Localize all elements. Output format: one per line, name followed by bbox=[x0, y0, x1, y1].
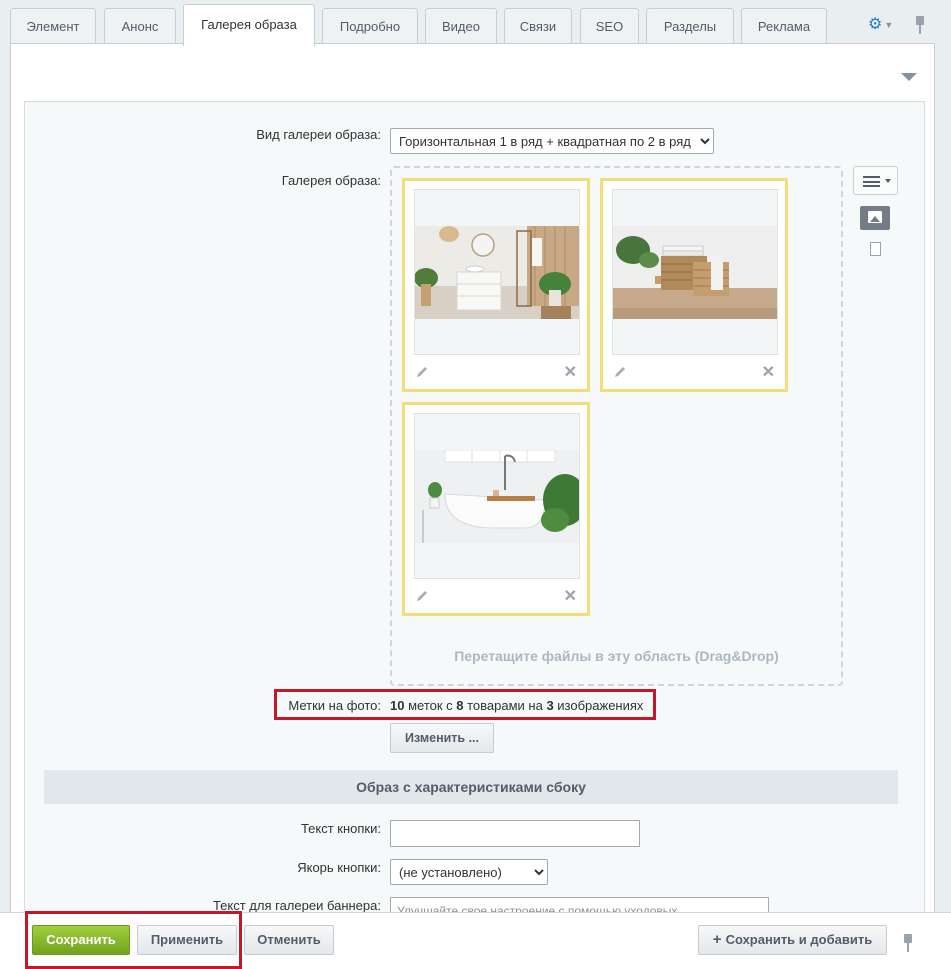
tab-gallery[interactable]: Галерея образа bbox=[183, 4, 315, 46]
save-and-add-label: Сохранить и добавить bbox=[725, 932, 873, 947]
tab-seo[interactable]: SEO bbox=[580, 8, 639, 44]
button-anchor-label: Якорь кнопки: bbox=[297, 860, 381, 875]
file-view-icon[interactable] bbox=[870, 242, 881, 256]
tab-sections[interactable]: Разделы bbox=[646, 8, 734, 44]
products-text: товарами на bbox=[463, 698, 547, 713]
settings-gear-icon[interactable]: ⚙ ▼ bbox=[868, 14, 893, 34]
gallery-card[interactable]: ✕ bbox=[402, 402, 590, 616]
bathroom-shelves-photo bbox=[415, 226, 579, 319]
tab-element[interactable]: Элемент bbox=[10, 8, 96, 44]
edit-pencil-icon[interactable] bbox=[415, 589, 429, 603]
plus-icon: + bbox=[712, 931, 722, 948]
tab-announce[interactable]: Анонс bbox=[104, 8, 176, 44]
gallery-view-select[interactable]: Горизонтальная 1 в ряд + квадратная по 2… bbox=[390, 128, 714, 154]
image-view-icon[interactable] bbox=[860, 206, 890, 230]
tab-video[interactable]: Видео bbox=[425, 8, 497, 44]
delete-icon[interactable]: ✕ bbox=[564, 589, 577, 605]
button-text-input[interactable] bbox=[390, 820, 640, 847]
edit-pencil-icon[interactable] bbox=[415, 365, 429, 379]
footer-buttons-highlight bbox=[25, 911, 242, 969]
tab-advertising[interactable]: Реклама bbox=[741, 8, 827, 44]
delete-icon[interactable]: ✕ bbox=[564, 365, 577, 381]
collapse-arrow-icon[interactable] bbox=[901, 73, 917, 81]
dropzone-hint: Перетащите файлы в эту область (Drag&Dro… bbox=[454, 648, 779, 664]
footer-pin-icon[interactable] bbox=[902, 934, 914, 952]
bathtub-plants-photo bbox=[415, 450, 579, 543]
delete-icon[interactable]: ✕ bbox=[762, 365, 775, 381]
gallery-thumbnail[interactable] bbox=[414, 189, 580, 355]
images-count: 3 bbox=[546, 698, 554, 713]
tab-details[interactable]: Подробно bbox=[322, 8, 418, 44]
section-title: Образ с характеристиками сбоку bbox=[44, 770, 898, 804]
products-count: 8 bbox=[456, 698, 464, 713]
menu-icon bbox=[863, 176, 880, 187]
gallery-card[interactable]: ✕ bbox=[600, 178, 788, 392]
images-text: изображениях bbox=[553, 698, 644, 713]
gallery-thumbnail[interactable] bbox=[414, 413, 580, 579]
tags-text: меток с bbox=[404, 698, 457, 713]
chevron-down-icon bbox=[885, 179, 891, 183]
gallery-thumbnail[interactable] bbox=[612, 189, 778, 355]
laundry-baskets-photo bbox=[613, 226, 777, 319]
gallery-view-label: Вид галереи образа: bbox=[256, 127, 381, 142]
photo-tags-label: Метки на фото: bbox=[288, 698, 381, 713]
tab-links[interactable]: Связи bbox=[504, 8, 572, 44]
edit-tags-button[interactable]: Изменить ... bbox=[390, 723, 494, 753]
gallery-menu-button[interactable] bbox=[853, 166, 898, 195]
gallery-card[interactable]: ✕ bbox=[402, 178, 590, 392]
tags-count: 10 bbox=[390, 698, 405, 713]
photo-tags-summary: 10 меток с 8 товарами на 3 изображениях bbox=[390, 698, 643, 713]
button-text-label: Текст кнопки: bbox=[300, 821, 381, 836]
cancel-button[interactable]: Отменить bbox=[244, 925, 334, 955]
edit-pencil-icon[interactable] bbox=[613, 365, 627, 379]
gallery-dropzone[interactable]: ✕ ✕ ✕ Перетащите файлы в эту область (Dr… bbox=[390, 166, 843, 686]
save-and-add-button[interactable]: + Сохранить и добавить bbox=[698, 925, 887, 955]
pin-icon[interactable] bbox=[914, 16, 926, 34]
button-anchor-select[interactable]: (не установлено) bbox=[390, 859, 548, 885]
gallery-label: Галерея образа: bbox=[281, 173, 381, 188]
